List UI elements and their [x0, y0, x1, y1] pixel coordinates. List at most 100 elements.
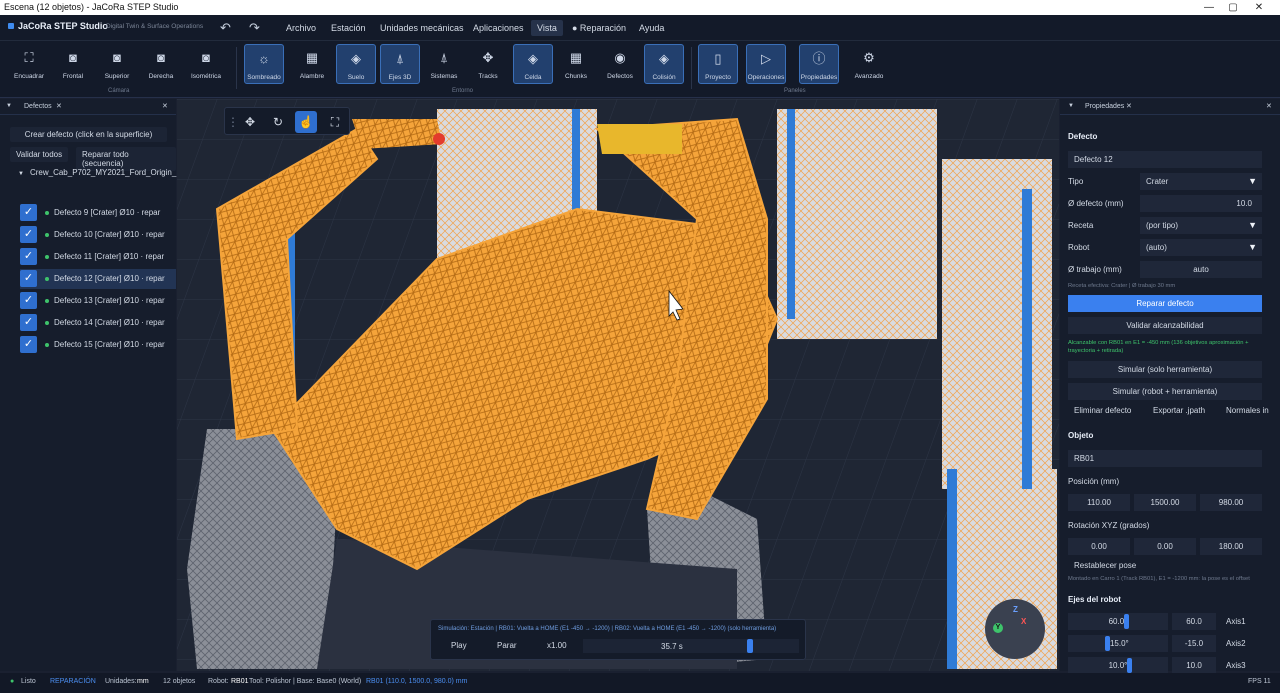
- panel-close-icon[interactable]: ✕: [1266, 102, 1272, 110]
- validate-reach-button[interactable]: Validar alcanzabilidad: [1068, 317, 1262, 334]
- menu-reparacion[interactable]: ● Reparación: [570, 23, 628, 33]
- defect-list-item[interactable]: ✓ Defecto 12 [Crater] Ø10 · repar: [20, 269, 176, 289]
- ejes3d-button[interactable]: ⍋ Ejes 3D: [380, 44, 420, 84]
- object-name-field[interactable]: RB01: [1068, 450, 1262, 467]
- simulate-tool-button[interactable]: Simular (solo herramienta): [1068, 361, 1262, 378]
- isometrica-button[interactable]: ◙ Isométrica: [186, 44, 226, 84]
- drag-handle-icon[interactable]: ⋮: [227, 111, 239, 133]
- menu-aplicaciones[interactable]: Aplicaciones: [471, 23, 526, 33]
- rotation-x-field[interactable]: 0.00: [1068, 538, 1130, 555]
- sombreado-button[interactable]: ☼ Sombreado: [244, 44, 284, 84]
- defect-list-item[interactable]: ✓ Defecto 9 [Crater] Ø10 · repar: [20, 203, 176, 223]
- trabajo-field[interactable]: auto: [1140, 261, 1262, 278]
- pan-icon[interactable]: ✥: [239, 111, 261, 133]
- position-y-field[interactable]: 1500.00: [1134, 494, 1196, 511]
- sistemas-button[interactable]: ⍋ Sistemas: [424, 44, 464, 84]
- alambre-button[interactable]: ▦ Alambre: [292, 44, 332, 84]
- panel-close-icon[interactable]: ✕: [162, 102, 168, 110]
- stop-button[interactable]: Parar: [497, 641, 517, 650]
- panel-menu-icon[interactable]: ▼: [1068, 103, 1074, 109]
- propiedades-button[interactable]: ⓘ Propiedades: [799, 44, 839, 84]
- axis-slider-handle[interactable]: [1104, 636, 1110, 651]
- checkbox[interactable]: ✓: [20, 292, 37, 309]
- menu-ayuda[interactable]: Ayuda: [637, 23, 666, 33]
- axis-value-field[interactable]: 60.0: [1172, 613, 1216, 630]
- derecha-button[interactable]: ◙ Derecha: [141, 44, 181, 84]
- panel-menu-icon[interactable]: ▼: [6, 103, 12, 109]
- tab-close-icon[interactable]: ✕: [56, 102, 62, 110]
- status-dot-icon: [45, 211, 49, 215]
- axis-slider-handle[interactable]: [1127, 658, 1133, 673]
- orbit-icon[interactable]: ↻: [267, 111, 289, 133]
- axis-slider[interactable]: 60.0°: [1068, 613, 1168, 630]
- defect-marker[interactable]: [433, 133, 445, 145]
- position-x-field[interactable]: 110.00: [1068, 494, 1130, 511]
- delete-defect-button[interactable]: Eliminar defecto: [1074, 406, 1131, 415]
- defect-list-item[interactable]: ✓ Defecto 15 [Crater] Ø10 · repar: [20, 335, 176, 355]
- menu-estacion[interactable]: Estación: [329, 23, 368, 33]
- tracks-button[interactable]: ✥ Tracks: [468, 44, 508, 84]
- avanzado-button[interactable]: ⚙ Avanzado: [849, 44, 889, 84]
- defects-tab[interactable]: Defectos: [24, 103, 52, 110]
- status-fps: FPS 11: [1248, 678, 1271, 685]
- redo-icon[interactable]: ↷: [249, 20, 260, 36]
- speed-value[interactable]: x1.00: [547, 641, 567, 650]
- menu-vista[interactable]: Vista: [531, 20, 563, 36]
- colision-button[interactable]: ◈ Colisión: [644, 44, 684, 84]
- axis-gizmo[interactable]: Z X Y: [985, 599, 1045, 659]
- export-jpath-button[interactable]: Exportar .jpath: [1153, 406, 1205, 415]
- diam-field[interactable]: 10.0: [1140, 195, 1262, 212]
- play-button[interactable]: Play: [451, 641, 467, 650]
- checkbox[interactable]: ✓: [20, 270, 37, 287]
- repair-defect-button[interactable]: Reparar defecto: [1068, 295, 1262, 312]
- checkbox[interactable]: ✓: [20, 204, 37, 221]
- rotation-y-field[interactable]: 0.00: [1134, 538, 1196, 555]
- proyecto-button[interactable]: ▯ Proyecto: [698, 44, 738, 84]
- encuadrar-button[interactable]: ⛶ Encuadrar: [9, 44, 49, 84]
- properties-tab[interactable]: Propiedades: [1085, 103, 1124, 110]
- scene-render: [177, 99, 1059, 671]
- tree-root[interactable]: ▼ Crew_Cab_P702_MY2021_Ford_Origin_: [18, 168, 176, 177]
- reset-pose-button[interactable]: Restablecer pose: [1074, 561, 1136, 570]
- defectos-button[interactable]: ◉ Defectos: [600, 44, 640, 84]
- rotation-z-field[interactable]: 180.00: [1200, 538, 1262, 555]
- normals-button[interactable]: Normales in: [1226, 406, 1269, 415]
- defect-list-item[interactable]: ✓ Defecto 13 [Crater] Ø10 · repar: [20, 291, 176, 311]
- create-defect-button[interactable]: Crear defecto (click en la superficie): [10, 127, 167, 142]
- close-button[interactable]: ✕: [1236, 0, 1280, 15]
- defect-name-field[interactable]: Defecto 12: [1068, 151, 1262, 168]
- robot-select[interactable]: (auto) ▼: [1140, 239, 1262, 256]
- timeline-handle[interactable]: [746, 639, 753, 653]
- operaciones-button[interactable]: ▷ Operaciones: [746, 44, 786, 84]
- axis-slider-handle[interactable]: [1124, 614, 1129, 629]
- select-hand-icon[interactable]: ☝: [295, 111, 317, 133]
- axis-slider[interactable]: -15.0°: [1068, 635, 1168, 652]
- position-z-field[interactable]: 980.00: [1200, 494, 1262, 511]
- tab-close-icon[interactable]: ✕: [1126, 102, 1132, 110]
- defect-list-item[interactable]: ✓ Defecto 14 [Crater] Ø10 · repar: [20, 313, 176, 333]
- tipo-select[interactable]: Crater ▼: [1140, 173, 1262, 190]
- axis-slider[interactable]: 10.0°: [1068, 657, 1168, 674]
- defect-list-item[interactable]: ✓ Defecto 11 [Crater] Ø10 · repar: [20, 247, 176, 267]
- frontal-button[interactable]: ◙ Frontal: [53, 44, 93, 84]
- fit-view-icon[interactable]: ⛶: [324, 111, 346, 133]
- superior-button[interactable]: ◙ Superior: [97, 44, 137, 84]
- undo-icon[interactable]: ↶: [220, 20, 231, 36]
- suelo-button[interactable]: ◈ Suelo: [336, 44, 376, 84]
- validate-all-button[interactable]: Validar todos: [10, 147, 69, 162]
- receta-select[interactable]: (por tipo) ▼: [1140, 217, 1262, 234]
- checkbox[interactable]: ✓: [20, 248, 37, 265]
- chunks-button[interactable]: ▦ Chunks: [556, 44, 596, 84]
- checkbox[interactable]: ✓: [20, 314, 37, 331]
- axis-value-field[interactable]: -15.0: [1172, 635, 1216, 652]
- simulate-robot-button[interactable]: Simular (robot + herramienta): [1068, 383, 1262, 400]
- menu-archivo[interactable]: Archivo: [284, 23, 318, 33]
- checkbox[interactable]: ✓: [20, 226, 37, 243]
- axis-value-field[interactable]: 10.0: [1172, 657, 1216, 674]
- celda-button[interactable]: ◈ Celda: [513, 44, 553, 84]
- checkbox[interactable]: ✓: [20, 336, 37, 353]
- defect-list-item[interactable]: ✓ Defecto 10 [Crater] Ø10 · repar: [20, 225, 176, 245]
- 3d-viewport[interactable]: ⋮ ✥ ↻ ☝ ⛶ Simulación: Estación | RB01: V…: [177, 99, 1059, 671]
- timeline-slider[interactable]: 35.7 s: [583, 639, 799, 653]
- menu-unidades[interactable]: Unidades mecánicas: [378, 23, 466, 33]
